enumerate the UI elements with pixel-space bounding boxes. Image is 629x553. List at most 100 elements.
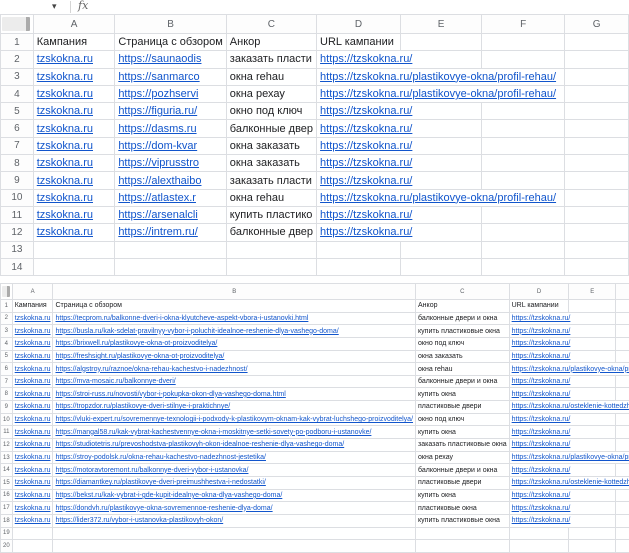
cell-A13[interactable]: tzskokna.ru	[12, 451, 53, 464]
empty-cell[interactable]	[565, 85, 629, 102]
cell-link[interactable]: https://tzskokna.ru/	[512, 378, 571, 385]
column-header-blank[interactable]	[616, 284, 629, 300]
cell-link[interactable]: https://atlastex.r	[118, 192, 196, 204]
cell-link[interactable]: https://tzskokna.ru/plastikovye-okna/pro…	[320, 71, 556, 83]
row-header[interactable]: 16	[1, 489, 13, 502]
cell-B10[interactable]: https://vluki-expert.ru/sovremennye-texn…	[53, 413, 416, 426]
row-header[interactable]: 1	[1, 34, 34, 51]
empty-cell[interactable]	[616, 489, 629, 502]
row-header[interactable]: 3	[1, 325, 13, 338]
column-header-D[interactable]: D	[317, 15, 401, 34]
cell-link[interactable]: https://stroy-podolsk.ru/okna-rehau-kach…	[55, 454, 266, 461]
cell-D2[interactable]: https://tzskokna.ru/	[317, 51, 482, 68]
column-header-B[interactable]: B	[115, 15, 226, 34]
row-header[interactable]: 12	[1, 224, 34, 241]
row-header[interactable]: 9	[1, 172, 34, 189]
cell-B15[interactable]: https://diamantkey.ru/plastikovye-dveri-…	[53, 476, 416, 489]
cell-link[interactable]: https://tzskokna.ru/osteklenie-kottedzhe…	[512, 403, 629, 410]
empty-cell[interactable]	[616, 426, 629, 439]
row-header[interactable]: 18	[1, 514, 13, 527]
cell-link[interactable]: https://tropzdor.ru/plastikovye-dveri-st…	[55, 403, 230, 410]
row-header[interactable]: 6	[1, 120, 34, 137]
row-header[interactable]: 15	[1, 476, 13, 489]
cell-link[interactable]: https://tzskokna.ru/	[512, 492, 571, 499]
row-header[interactable]: 4	[1, 85, 34, 102]
cell-C14[interactable]	[226, 258, 316, 275]
cell-B12[interactable]: https://intrem.ru/	[115, 224, 226, 241]
cell-link[interactable]: tzskokna.ru	[15, 378, 51, 385]
cell-A11[interactable]: tzskokna.ru	[33, 206, 115, 223]
cell-link[interactable]: https://brixwell.ru/plastikovye-okna-ot-…	[55, 340, 217, 347]
cell-C19[interactable]	[416, 527, 510, 540]
empty-cell[interactable]	[616, 464, 629, 477]
cell-link[interactable]: https://dom-kvar	[118, 140, 197, 152]
cell-link[interactable]: tzskokna.ru	[15, 479, 51, 486]
cell-D9[interactable]: https://tzskokna.ru/	[317, 172, 482, 189]
row-header[interactable]: 7	[1, 137, 34, 154]
cell-link[interactable]: https://arsenalcli	[118, 209, 197, 221]
cell-link[interactable]: https://tzskokna.ru/	[320, 123, 412, 135]
empty-cell[interactable]	[565, 34, 629, 51]
column-header-F[interactable]: F	[482, 15, 565, 34]
cell-link[interactable]: https://dondvh.ru/plastikovye-okna-sovre…	[55, 505, 272, 512]
cell-link[interactable]: https://tzskokna.ru/	[512, 315, 571, 322]
empty-cell[interactable]	[565, 189, 629, 206]
empty-cell[interactable]	[616, 312, 629, 325]
column-header-A[interactable]: A	[33, 15, 115, 34]
cell-link[interactable]: https://tzskokna.ru/plastikovye-okna/pro…	[512, 366, 629, 373]
cell-link[interactable]: https://tzskokna.ru/	[320, 157, 412, 169]
cell-A8[interactable]: tzskokna.ru	[12, 388, 53, 401]
empty-cell[interactable]	[616, 350, 629, 363]
cell-B6[interactable]: https://dasms.ru	[115, 120, 226, 137]
cell-link[interactable]: https://algstroy.ru/raznoe/okna-rehau-ka…	[55, 366, 247, 373]
empty-cell[interactable]	[616, 540, 629, 553]
column-header-C[interactable]: C	[416, 284, 510, 300]
cell-link[interactable]: https://busla.ru/kak-sdelat-pravilnyy-vy…	[55, 328, 338, 335]
cell-link[interactable]: tzskokna.ru	[15, 492, 51, 499]
cell-B14[interactable]	[115, 258, 226, 275]
cell-D7[interactable]: https://tzskokna.ru/	[509, 375, 615, 388]
cell-B6[interactable]: https://algstroy.ru/raznoe/okna-rehau-ka…	[53, 363, 416, 376]
empty-cell[interactable]	[616, 325, 629, 338]
cell-D4[interactable]: https://tzskokna.ru/plastikovye-okna/pro…	[317, 85, 565, 102]
cell-B19[interactable]	[53, 527, 416, 540]
cell-link[interactable]: https://tzskokna.ru/	[512, 340, 571, 347]
cell-link[interactable]: tzskokna.ru	[15, 517, 51, 524]
empty-cell[interactable]	[482, 258, 565, 275]
empty-cell[interactable]	[565, 68, 629, 85]
empty-cell[interactable]	[616, 388, 629, 401]
empty-cell[interactable]	[616, 439, 629, 452]
cell-A9[interactable]: tzskokna.ru	[12, 401, 53, 414]
row-header[interactable]: 2	[1, 51, 34, 68]
cell-link[interactable]: tzskokna.ru	[15, 467, 51, 474]
empty-cell[interactable]	[482, 206, 565, 223]
cell-A4[interactable]: tzskokna.ru	[12, 337, 53, 350]
cell-B13[interactable]	[115, 241, 226, 258]
cell-A5[interactable]: tzskokna.ru	[33, 103, 115, 120]
cell-link[interactable]: https://tzskokna.ru/	[512, 467, 571, 474]
cell-D7[interactable]: https://tzskokna.ru/	[317, 137, 482, 154]
column-header-C[interactable]: C	[226, 15, 316, 34]
column-header-B[interactable]: B	[53, 284, 416, 300]
cell-link[interactable]: https://tzskokna.ru/	[512, 391, 571, 398]
cell-link[interactable]: https://tzskokna.ru/plastikovye-okna/pro…	[512, 454, 629, 461]
empty-cell[interactable]	[616, 413, 629, 426]
cell-D13[interactable]: https://tzskokna.ru/plastikovye-okna/pro…	[509, 451, 629, 464]
cell-A6[interactable]: tzskokna.ru	[12, 363, 53, 376]
empty-cell[interactable]	[482, 224, 565, 241]
empty-cell[interactable]	[401, 34, 482, 51]
empty-cell[interactable]	[565, 258, 629, 275]
cell-A2[interactable]: tzskokna.ru	[33, 51, 115, 68]
cell-link[interactable]: https://viprusstro	[118, 157, 199, 169]
cell-D12[interactable]: https://tzskokna.ru/	[317, 224, 482, 241]
cell-link[interactable]: tzskokna.ru	[15, 391, 51, 398]
row-header[interactable]: 7	[1, 375, 13, 388]
cell-link[interactable]: https://bekst.ru/kak-vybrat-i-gde-kupit-…	[55, 492, 282, 499]
row-header[interactable]: 2	[1, 312, 13, 325]
cell-B12[interactable]: https://studiotetris.ru/prevoshodstva-pl…	[53, 439, 416, 452]
cell-A9[interactable]: tzskokna.ru	[33, 172, 115, 189]
row-header[interactable]: 13	[1, 241, 34, 258]
cell-D17[interactable]: https://tzskokna.ru/	[509, 502, 615, 515]
row-header[interactable]: 14	[1, 258, 34, 275]
cell-link[interactable]: tzskokna.ru	[15, 441, 51, 448]
